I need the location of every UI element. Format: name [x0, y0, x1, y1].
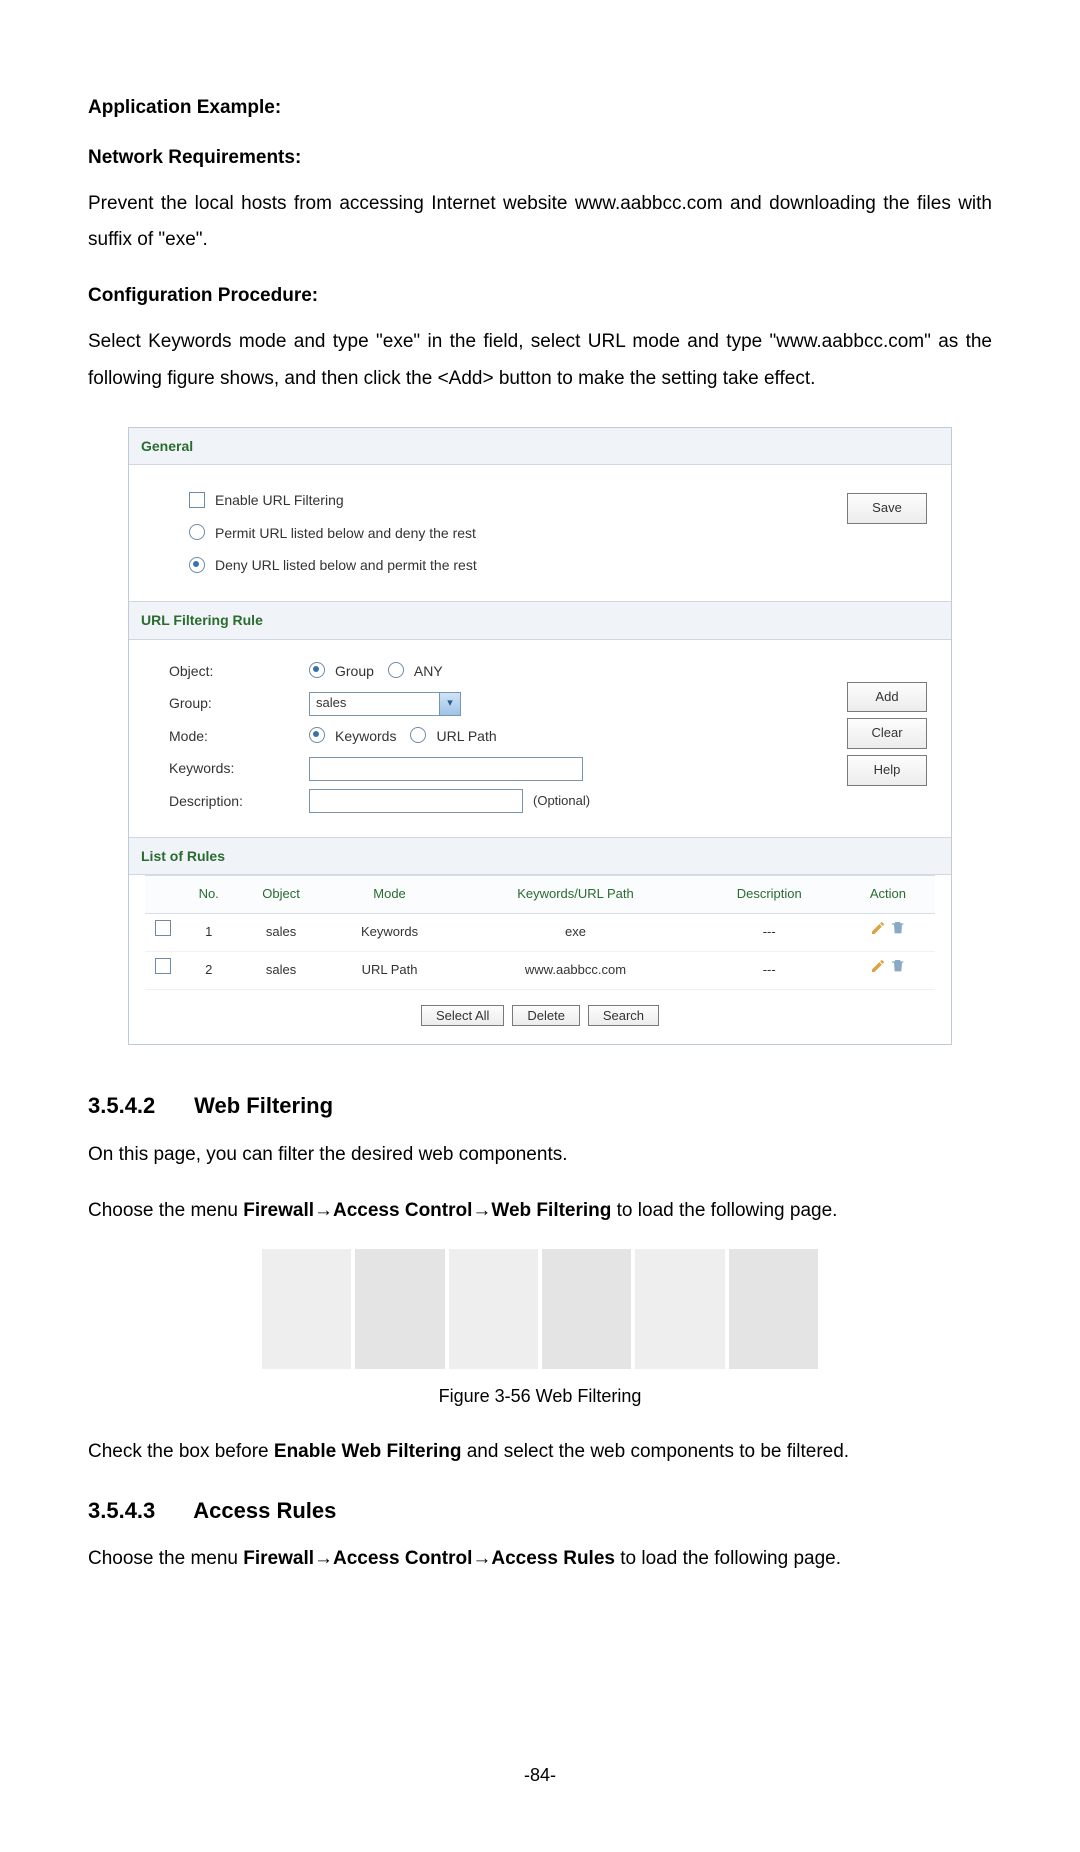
rules-table: No. Object Mode Keywords/URL Path Descri…: [145, 875, 935, 990]
col-action: Action: [841, 876, 935, 914]
permit-radio[interactable]: [189, 524, 205, 540]
sec-3542-title: Web Filtering: [194, 1093, 333, 1118]
heading-config-procedure: Configuration Procedure:: [88, 278, 992, 314]
cell-no: 2: [181, 951, 236, 989]
description-label: Description:: [169, 788, 309, 815]
cell-mode: URL Path: [326, 951, 454, 989]
object-any-radio[interactable]: [388, 662, 404, 678]
deny-radio[interactable]: [189, 557, 205, 573]
sec-3543-num: 3.5.4.3: [88, 1490, 188, 1532]
sec-3543-title: Access Rules: [193, 1498, 336, 1523]
cell-kw: exe: [453, 913, 697, 951]
url-filtering-panel: General Save Enable URL Filtering Permit…: [128, 427, 952, 1046]
cell-action: [841, 913, 935, 951]
select-all-button[interactable]: Select All: [421, 1005, 504, 1026]
para-network-requirements: Prevent the local hosts from accessing I…: [88, 186, 992, 258]
delete-icon[interactable]: [890, 958, 906, 983]
edit-icon[interactable]: [870, 958, 886, 983]
row-checkbox[interactable]: [155, 920, 171, 936]
cell-no: 1: [181, 913, 236, 951]
col-object: Object: [236, 876, 325, 914]
description-input[interactable]: [309, 789, 523, 813]
keywords-label: Keywords:: [169, 755, 309, 782]
section-header-list: List of Rules: [129, 837, 951, 876]
figure-web-filtering-placeholder: [260, 1249, 820, 1369]
col-no: No.: [181, 876, 236, 914]
table-row: 1salesKeywordsexe---: [145, 913, 935, 951]
mode-label: Mode:: [169, 723, 309, 750]
cell-object: sales: [236, 913, 325, 951]
heading-network-requirements: Network Requirements:: [88, 140, 992, 176]
search-button[interactable]: Search: [588, 1005, 659, 1026]
para-access-rules-menu: Choose the menu Firewall→Access Control→…: [88, 1541, 992, 1577]
cell-object: sales: [236, 951, 325, 989]
delete-button[interactable]: Delete: [512, 1005, 580, 1026]
col-mode: Mode: [326, 876, 454, 914]
para-web-filtering-intro: On this page, you can filter the desired…: [88, 1137, 992, 1173]
group-select[interactable]: sales ▾: [309, 692, 461, 716]
group-select-value: sales: [310, 691, 439, 716]
enable-url-filtering-checkbox[interactable]: [189, 492, 205, 508]
para-config-procedure: Select Keywords mode and type "exe" in t…: [88, 324, 992, 396]
object-group-label: Group: [335, 658, 374, 685]
mode-urlpath-radio[interactable]: [410, 727, 426, 743]
cell-mode: Keywords: [326, 913, 454, 951]
section-header-rule: URL Filtering Rule: [129, 601, 951, 640]
save-button[interactable]: Save: [847, 493, 927, 524]
object-group-radio[interactable]: [309, 662, 325, 678]
row-checkbox[interactable]: [155, 958, 171, 974]
clear-button[interactable]: Clear: [847, 718, 927, 749]
para-web-filtering-menu: Choose the menu Firewall→Access Control→…: [88, 1193, 992, 1229]
col-kw: Keywords/URL Path: [453, 876, 697, 914]
object-any-label: ANY: [414, 658, 443, 685]
cell-desc: ---: [698, 951, 841, 989]
object-label: Object:: [169, 658, 309, 685]
cell-kw: www.aabbcc.com: [453, 951, 697, 989]
cell-action: [841, 951, 935, 989]
group-label: Group:: [169, 690, 309, 717]
description-optional-hint: (Optional): [533, 789, 590, 814]
mode-keywords-label: Keywords: [335, 723, 396, 750]
para-enable-web-filtering: Check the box before Enable Web Filterin…: [88, 1434, 992, 1470]
cell-desc: ---: [698, 913, 841, 951]
sec-3542-num: 3.5.4.2: [88, 1085, 188, 1127]
col-desc: Description: [698, 876, 841, 914]
add-button[interactable]: Add: [847, 682, 927, 713]
mode-urlpath-label: URL Path: [436, 723, 496, 750]
keywords-input[interactable]: [309, 757, 583, 781]
page-number: -84-: [88, 1758, 992, 1792]
mode-keywords-radio[interactable]: [309, 727, 325, 743]
enable-url-filtering-label: Enable URL Filtering: [215, 487, 344, 514]
heading-application-example: Application Example:: [88, 90, 992, 126]
permit-label: Permit URL listed below and deny the res…: [215, 520, 476, 547]
table-row: 2salesURL Pathwww.aabbcc.com---: [145, 951, 935, 989]
chevron-down-icon: ▾: [439, 693, 460, 715]
deny-label: Deny URL listed below and permit the res…: [215, 552, 477, 579]
figure-caption-3-56: Figure 3-56 Web Filtering: [88, 1379, 992, 1413]
delete-icon[interactable]: [890, 920, 906, 945]
section-header-general: General: [129, 428, 951, 466]
help-button[interactable]: Help: [847, 755, 927, 786]
edit-icon[interactable]: [870, 920, 886, 945]
